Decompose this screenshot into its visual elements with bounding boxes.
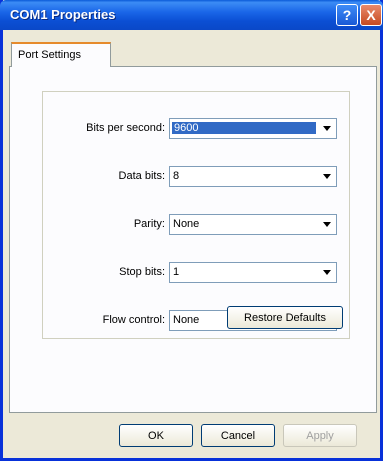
com1-properties-dialog: COM1 Properties ? X Port Settings Bits p… [0, 0, 383, 461]
stop-bits-row: Stop bits: 1 [43, 262, 351, 284]
data-bits-value: 8 [173, 170, 180, 182]
apply-button[interactable]: Apply [283, 424, 357, 447]
data-bits-label: Data bits: [118, 170, 165, 182]
stop-bits-select[interactable]: 1 [169, 262, 337, 283]
chevron-down-icon[interactable] [318, 168, 335, 185]
restore-defaults-button[interactable]: Restore Defaults [227, 306, 343, 329]
chevron-down-icon[interactable] [318, 216, 335, 233]
flow-control-label: Flow control: [102, 314, 165, 326]
close-button[interactable]: X [360, 4, 382, 26]
data-bits-select[interactable]: 8 [169, 166, 337, 187]
flow-control-value: None [173, 314, 200, 326]
chevron-down-icon[interactable] [318, 120, 335, 137]
tab-label: Port Settings [18, 49, 81, 61]
bits-per-second-select[interactable]: 9600 [169, 118, 337, 139]
parity-value: None [173, 218, 200, 230]
parity-row: Parity: None [43, 214, 351, 236]
close-icon: X [366, 7, 376, 23]
help-icon: ? [342, 7, 352, 23]
settings-group: Bits per second: 9600 Data bits: 8 Parit… [42, 91, 350, 339]
parity-label: Parity: [133, 218, 165, 230]
window-title: COM1 Properties [10, 7, 116, 22]
tab-port-settings[interactable]: Port Settings [11, 42, 111, 67]
stop-bits-value: 1 [173, 266, 180, 278]
chevron-down-icon[interactable] [318, 264, 335, 281]
help-button[interactable]: ? [336, 4, 358, 26]
title-bar[interactable]: COM1 Properties ? X [0, 0, 383, 30]
bits-per-second-value: 9600 [172, 122, 316, 134]
parity-select[interactable]: None [169, 214, 337, 235]
cancel-button[interactable]: Cancel [201, 424, 275, 447]
bits-per-second-row: Bits per second: 9600 [43, 118, 351, 140]
data-bits-row: Data bits: 8 [43, 166, 351, 188]
ok-button[interactable]: OK [119, 424, 193, 447]
bits-per-second-label: Bits per second: [86, 122, 165, 134]
port-settings-panel: Bits per second: 9600 Data bits: 8 Parit… [9, 66, 377, 413]
stop-bits-label: Stop bits: [119, 266, 165, 278]
